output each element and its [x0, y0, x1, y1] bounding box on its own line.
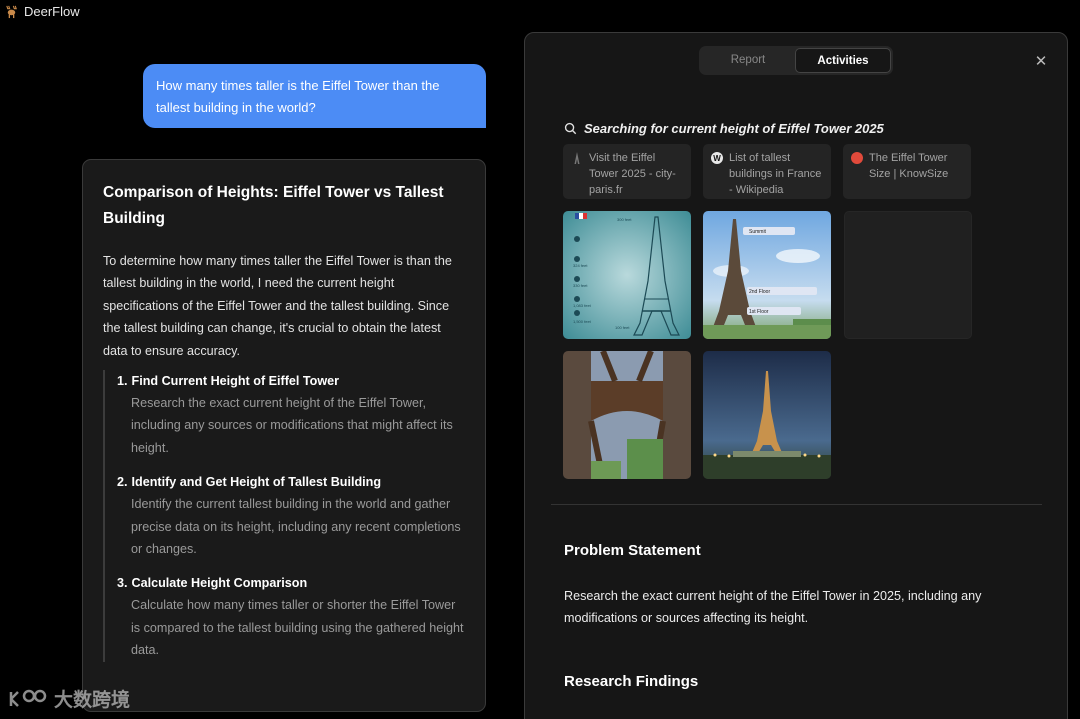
- step-number: 3.: [117, 576, 128, 591]
- step-number: 2.: [117, 475, 128, 490]
- floor-label: Summit: [749, 229, 767, 235]
- search-activity: Searching for current height of Eiffel T…: [564, 121, 884, 136]
- tab-activities[interactable]: Activities: [795, 48, 891, 73]
- tower-favicon-icon: [571, 152, 583, 164]
- watermark-text: 大数跨境: [54, 690, 131, 711]
- step-title: Identify and Get Height of Tallest Build…: [131, 475, 382, 490]
- floor-label: 2nd Floor: [749, 289, 770, 295]
- search-result-title: The Eiffel Tower Size | KnowSize: [869, 152, 949, 180]
- plan-title: Comparison of Heights: Eiffel Tower vs T…: [103, 184, 444, 227]
- infographic-label: 330 feet: [573, 283, 588, 288]
- research-panel: Report Activities ✕ Searching for curren…: [524, 32, 1068, 719]
- wikipedia-favicon-icon: W: [711, 152, 723, 164]
- search-result-card[interactable]: Visit the Eiffel Tower 2025 - city-paris…: [563, 144, 691, 199]
- step-description: Research the exact current height of the…: [131, 396, 453, 455]
- close-button[interactable]: ✕: [1033, 52, 1049, 70]
- search-query: Searching for current height of Eiffel T…: [584, 121, 884, 136]
- infographic-label: 324 feet: [573, 263, 588, 268]
- infographic-label: 1,500 feet: [573, 319, 592, 324]
- plan-intro: To determine how many times taller the E…: [103, 254, 452, 358]
- search-icon: [564, 122, 577, 135]
- floor-label: 1st Floor: [749, 309, 769, 315]
- plan-step: 1. Find Current Height of Eiffel Tower Re…: [117, 370, 465, 459]
- search-result-title: List of tallest buildings in France - Wi…: [729, 152, 822, 196]
- watermark: 大数跨境: [8, 685, 130, 712]
- infographic-label: 300 feet: [617, 217, 632, 222]
- search-result-card[interactable]: The Eiffel Tower Size | KnowSize: [843, 144, 971, 199]
- step-description: Identify the current tallest building in…: [131, 497, 461, 557]
- user-message-text: How many times taller is the Eiffel Towe…: [156, 78, 440, 115]
- plan-steps: 1. Find Current Height of Eiffel Tower Re…: [103, 370, 465, 662]
- eiffel-night-image[interactable]: [703, 351, 831, 479]
- search-results: Visit the Eiffel Tower 2025 - city-paris…: [563, 144, 971, 199]
- problem-statement-text: Research the exact current height of the…: [564, 589, 982, 626]
- eiffel-infographic-image[interactable]: 300 feet 324 feet 330 feet 1,083 feet 1,…: [563, 211, 691, 339]
- watermark-logo-icon: [9, 689, 47, 707]
- knowsize-favicon-icon: [851, 152, 863, 164]
- search-result-title: Visit the Eiffel Tower 2025 - city-paris…: [589, 152, 676, 196]
- step-title: Calculate Height Comparison: [131, 576, 308, 591]
- step-title: Find Current Height of Eiffel Tower: [131, 374, 340, 389]
- plan-step: 2. Identify and Get Height of Tallest Bui…: [117, 471, 465, 560]
- plan-step: 3. Calculate Height Comparison Calculate …: [117, 572, 465, 661]
- problem-statement-heading: Problem Statement: [564, 542, 701, 559]
- app-name: DeerFlow: [24, 4, 80, 19]
- section-divider: [551, 504, 1042, 505]
- search-result-card[interactable]: W List of tallest buildings in France - …: [703, 144, 831, 199]
- panel-tabs: Report Activities: [699, 46, 893, 75]
- tab-report[interactable]: Report: [701, 48, 795, 73]
- app-header: DeerFlow: [4, 4, 80, 19]
- eiffel-underside-image[interactable]: [563, 351, 691, 479]
- step-number: 1.: [117, 374, 128, 389]
- close-icon: ✕: [1034, 53, 1048, 70]
- plan-card: Comparison of Heights: Eiffel Tower vs T…: [82, 159, 486, 712]
- infographic-label: 100 feet: [615, 325, 630, 330]
- user-message-bubble: How many times taller is the Eiffel Towe…: [143, 64, 486, 128]
- research-findings-heading: Research Findings: [564, 673, 699, 690]
- infographic-label: 1,083 feet: [573, 303, 592, 308]
- step-description: Calculate how many times taller or short…: [131, 598, 464, 658]
- deer-logo-icon: [6, 5, 17, 19]
- eiffel-floors-image[interactable]: Summit 2nd Floor 1st Floor: [703, 211, 831, 339]
- image-placeholder: [844, 211, 972, 339]
